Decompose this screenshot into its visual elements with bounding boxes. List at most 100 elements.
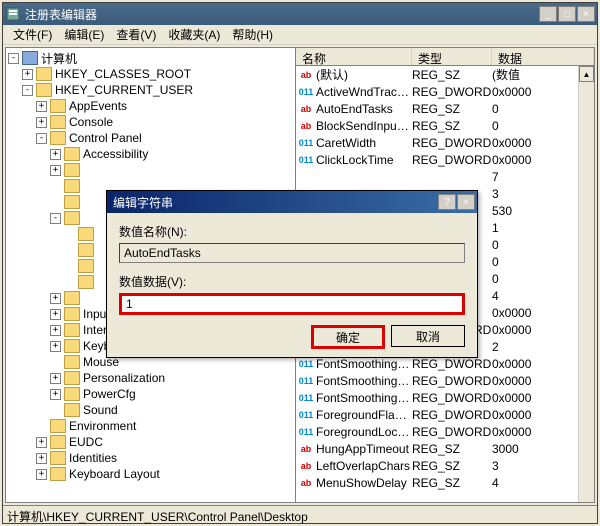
- expand-icon[interactable]: +: [50, 149, 61, 160]
- expand-icon[interactable]: -: [22, 85, 33, 96]
- string-icon: ab: [298, 68, 314, 82]
- value-name-field: AutoEndTasks: [119, 243, 465, 263]
- expand-icon[interactable]: +: [36, 101, 47, 112]
- tree-node[interactable]: -Control Panel: [8, 130, 293, 146]
- value-row[interactable]: 011ActiveWndTrac…REG_DWORD0x0000: [296, 83, 578, 100]
- tree-node[interactable]: +: [8, 162, 293, 178]
- folder-icon: [78, 259, 94, 273]
- value-row[interactable]: abHungAppTimeoutREG_SZ3000: [296, 440, 578, 457]
- value-row[interactable]: 011FontSmoothing…REG_DWORD0x0000: [296, 372, 578, 389]
- string-icon: ab: [298, 459, 314, 473]
- dword-icon: 011: [298, 85, 314, 99]
- value-row[interactable]: ab(默认)REG_SZ(数值: [296, 66, 578, 83]
- expand-icon[interactable]: -: [36, 133, 47, 144]
- dialog-help-button[interactable]: ?: [438, 194, 456, 210]
- tree-node[interactable]: +EUDC: [8, 434, 293, 450]
- menubar: 文件(F) 编辑(E) 查看(V) 收藏夹(A) 帮助(H): [3, 25, 597, 45]
- value-row[interactable]: abAutoEndTasksREG_SZ0: [296, 100, 578, 117]
- maximize-button[interactable]: □: [558, 6, 576, 22]
- menu-fav[interactable]: 收藏夹(A): [162, 24, 226, 45]
- expand-icon[interactable]: +: [22, 69, 33, 80]
- dialog-close-button[interactable]: ×: [457, 194, 475, 210]
- col-name[interactable]: 名称: [296, 48, 412, 65]
- tree-node[interactable]: +Personalization: [8, 370, 293, 386]
- expand-icon[interactable]: +: [50, 325, 61, 336]
- value-data-text[interactable]: [126, 297, 458, 311]
- folder-icon: [64, 195, 80, 209]
- expand-icon[interactable]: +: [50, 309, 61, 320]
- expand-icon[interactable]: -: [8, 53, 19, 64]
- cancel-button[interactable]: 取消: [391, 325, 465, 347]
- dialog-titlebar[interactable]: 编辑字符串 ? ×: [107, 191, 477, 213]
- window-title: 注册表编辑器: [25, 6, 539, 23]
- tree-node[interactable]: Sound: [8, 402, 293, 418]
- folder-icon: [64, 339, 80, 353]
- expand-icon[interactable]: +: [50, 389, 61, 400]
- minimize-button[interactable]: _: [539, 6, 557, 22]
- value-row[interactable]: abLeftOverlapCharsREG_SZ3: [296, 457, 578, 474]
- value-data-input[interactable]: [119, 293, 465, 315]
- expand-icon[interactable]: +: [36, 117, 47, 128]
- tree-node[interactable]: +Identities: [8, 450, 293, 466]
- folder-icon: [36, 83, 52, 97]
- value-row[interactable]: 011CaretWidthREG_DWORD0x0000: [296, 134, 578, 151]
- expand-icon[interactable]: +: [36, 469, 47, 480]
- col-type[interactable]: 类型: [412, 48, 492, 65]
- value-name-label: 数值名称(N):: [119, 223, 465, 240]
- menu-view[interactable]: 查看(V): [110, 24, 162, 45]
- folder-icon: [50, 451, 66, 465]
- expand-icon[interactable]: -: [50, 213, 61, 224]
- folder-icon: [64, 179, 80, 193]
- folder-icon: [50, 467, 66, 481]
- tree-node[interactable]: +AppEvents: [8, 98, 293, 114]
- scroll-up-icon[interactable]: ▲: [579, 66, 594, 82]
- dword-icon: 011: [298, 408, 314, 422]
- folder-icon: [64, 307, 80, 321]
- dword-icon: 011: [298, 374, 314, 388]
- expand-icon[interactable]: +: [50, 373, 61, 384]
- folder-icon: [50, 419, 66, 433]
- dword-icon: 011: [298, 391, 314, 405]
- expand-icon[interactable]: +: [36, 453, 47, 464]
- value-row[interactable]: 011ForegroundFla…REG_DWORD0x0000: [296, 406, 578, 423]
- tree-node[interactable]: -HKEY_CURRENT_USER: [8, 82, 293, 98]
- value-row[interactable]: 011FontSmoothing…REG_DWORD0x0000: [296, 389, 578, 406]
- value-row[interactable]: 011ClickLockTimeREG_DWORD0x0000: [296, 151, 578, 168]
- app-icon: [5, 6, 21, 22]
- menu-file[interactable]: 文件(F): [7, 24, 58, 45]
- tree-root[interactable]: -计算机: [8, 50, 293, 66]
- scrollbar[interactable]: ▲: [578, 66, 594, 502]
- folder-icon: [64, 355, 80, 369]
- menu-help[interactable]: 帮助(H): [226, 24, 279, 45]
- expand-icon[interactable]: +: [50, 165, 61, 176]
- value-row[interactable]: 7: [296, 168, 578, 185]
- folder-icon: [50, 115, 66, 129]
- main-titlebar[interactable]: 注册表编辑器 _ □ ×: [3, 3, 597, 25]
- tree-node[interactable]: +Console: [8, 114, 293, 130]
- folder-icon: [64, 291, 80, 305]
- dword-icon: 011: [298, 136, 314, 150]
- string-icon: ab: [298, 442, 314, 456]
- folder-icon: [50, 435, 66, 449]
- expand-icon[interactable]: +: [36, 437, 47, 448]
- tree-node[interactable]: +HKEY_CLASSES_ROOT: [8, 66, 293, 82]
- expand-icon[interactable]: +: [50, 293, 61, 304]
- col-data[interactable]: 数据: [492, 48, 594, 65]
- tree-node[interactable]: +Keyboard Layout: [8, 466, 293, 482]
- ok-button[interactable]: 确定: [311, 325, 385, 349]
- column-headers: 名称 类型 数据: [296, 48, 594, 66]
- folder-icon: [64, 323, 80, 337]
- value-row[interactable]: 011ForegroundLoc…REG_DWORD0x0000: [296, 423, 578, 440]
- close-button[interactable]: ×: [577, 6, 595, 22]
- dword-icon: 011: [298, 425, 314, 439]
- expand-icon[interactable]: +: [50, 341, 61, 352]
- tree-node[interactable]: +Accessibility: [8, 146, 293, 162]
- folder-icon: [64, 387, 80, 401]
- folder-icon: [50, 131, 66, 145]
- tree-node[interactable]: +PowerCfg: [8, 386, 293, 402]
- value-row[interactable]: abBlockSendInpu…REG_SZ0: [296, 117, 578, 134]
- value-row[interactable]: abMenuShowDelayREG_SZ4: [296, 474, 578, 491]
- folder-icon: [64, 163, 80, 177]
- tree-node[interactable]: Environment: [8, 418, 293, 434]
- menu-edit[interactable]: 编辑(E): [58, 24, 110, 45]
